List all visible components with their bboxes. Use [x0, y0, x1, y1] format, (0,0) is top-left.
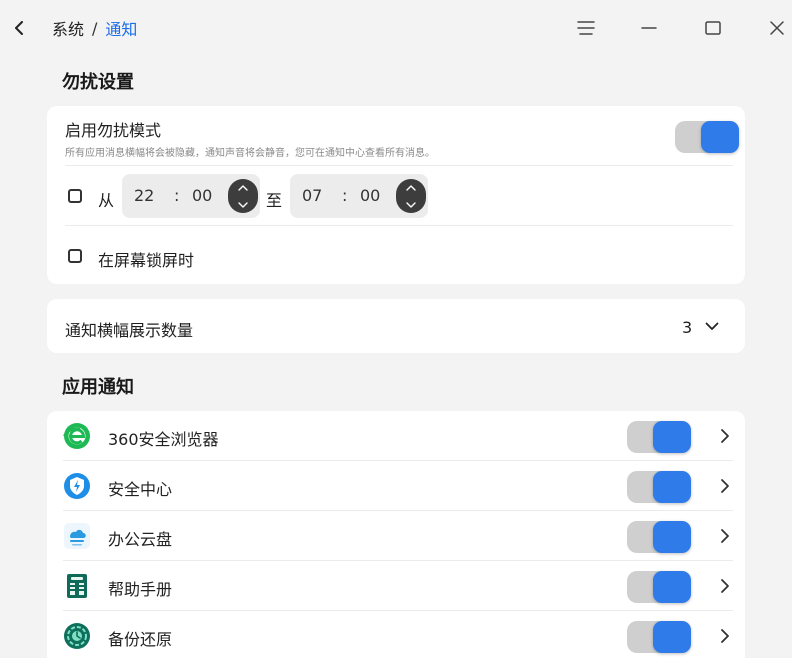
maximize-icon [705, 21, 721, 35]
chevron-up-icon [238, 184, 248, 191]
end-time-down-button[interactable] [396, 196, 426, 213]
chevron-right-icon[interactable] [719, 578, 731, 594]
chevron-up-icon [406, 184, 416, 191]
back-button[interactable] [8, 14, 30, 42]
dnd-mode-description: 所有应用消息横幅将会被隐藏，通知声音将会静音，您可在通知中心查看所有消息。 [65, 148, 435, 159]
start-time-down-button[interactable] [228, 196, 258, 213]
app-row-backup-restore[interactable]: 备份还原 [47, 611, 745, 658]
backup-restore-icon [64, 623, 90, 649]
dnd-mode-title: 启用勿扰模式 [65, 121, 162, 140]
browser-360-icon [63, 423, 90, 449]
time-colon: : [174, 186, 180, 205]
maximize-button[interactable] [698, 14, 728, 42]
dnd-section-title: 勿扰设置 [62, 72, 134, 93]
dnd-mode-toggle[interactable] [675, 121, 739, 153]
chevron-left-icon [15, 21, 23, 35]
chevron-right-icon[interactable] [719, 478, 731, 494]
banner-count-card: 通知横幅展示数量 3 [47, 299, 745, 353]
app-name: 360安全浏览器 [108, 430, 219, 449]
help-manual-icon [67, 574, 87, 598]
divider [65, 165, 733, 166]
app-row-help-manual[interactable]: 帮助手册 [47, 561, 745, 611]
end-time-picker[interactable]: 07 : 00 [290, 174, 428, 218]
start-time-picker[interactable]: 22 : 00 [122, 174, 260, 218]
chevron-right-icon[interactable] [719, 628, 731, 644]
app-notification-toggle[interactable] [627, 421, 691, 453]
security-center-icon [64, 473, 90, 499]
app-notification-toggle[interactable] [627, 471, 691, 503]
banner-count-value: 3 [682, 318, 693, 337]
toggle-knob [653, 471, 691, 503]
app-name: 安全中心 [108, 480, 173, 499]
to-label: 至 [266, 191, 283, 210]
close-icon [770, 21, 784, 35]
app-row-360-browser[interactable]: 360安全浏览器 [47, 411, 745, 461]
breadcrumb-separator: / [92, 18, 98, 38]
banner-count-label: 通知横幅展示数量 [65, 321, 194, 340]
toggle-knob [653, 521, 691, 553]
app-notification-toggle[interactable] [627, 621, 691, 653]
start-time-up-button[interactable] [228, 179, 258, 196]
chevron-right-icon[interactable] [719, 428, 731, 444]
toggle-knob [653, 621, 691, 653]
breadcrumb-parent[interactable]: 系统 [52, 16, 84, 40]
app-notification-toggle[interactable] [627, 571, 691, 603]
chevron-down-icon [705, 322, 719, 330]
start-minute[interactable]: 00 [192, 186, 212, 205]
title-bar: 系统 / 通知 [0, 0, 792, 56]
minimize-icon [641, 27, 657, 29]
app-name: 办公云盘 [108, 530, 173, 549]
toggle-knob [653, 421, 691, 453]
divider [65, 225, 733, 226]
dnd-schedule-checkbox[interactable] [68, 189, 82, 203]
breadcrumb: 系统 / 通知 [52, 16, 137, 40]
end-hour[interactable]: 07 [302, 186, 322, 205]
banner-count-select[interactable]: 3 [667, 307, 731, 345]
chevron-down-icon [238, 201, 248, 208]
lock-screen-checkbox[interactable] [68, 249, 82, 263]
chevron-down-icon [406, 201, 416, 208]
menu-button[interactable] [571, 14, 601, 42]
minimize-button[interactable] [634, 14, 664, 42]
from-label: 从 [98, 191, 115, 210]
start-time-spinner [228, 179, 258, 213]
close-button[interactable] [762, 14, 792, 42]
app-notifications-section-title: 应用通知 [62, 377, 134, 398]
app-name: 备份还原 [108, 630, 173, 649]
toggle-knob [653, 571, 691, 603]
lock-screen-label: 在屏幕锁屏时 [98, 251, 195, 270]
end-time-up-button[interactable] [396, 179, 426, 196]
toggle-knob [701, 121, 739, 153]
app-name: 帮助手册 [108, 580, 173, 599]
hamburger-menu-icon [577, 21, 595, 35]
end-minute[interactable]: 00 [360, 186, 380, 205]
dnd-card: 启用勿扰模式 所有应用消息横幅将会被隐藏，通知声音将会静音，您可在通知中心查看所… [47, 106, 745, 284]
cloud-disk-icon [64, 523, 90, 549]
breadcrumb-current: 通知 [105, 20, 138, 39]
end-time-spinner [396, 179, 426, 213]
app-row-security-center[interactable]: 安全中心 [47, 461, 745, 511]
app-row-cloud-disk[interactable]: 办公云盘 [47, 511, 745, 561]
app-notification-toggle[interactable] [627, 521, 691, 553]
app-list-card: 360安全浏览器 安全中心 办公云盘 帮助手册 备份还原 [47, 411, 745, 658]
time-colon: : [342, 186, 348, 205]
chevron-right-icon[interactable] [719, 528, 731, 544]
start-hour[interactable]: 22 [134, 186, 154, 205]
